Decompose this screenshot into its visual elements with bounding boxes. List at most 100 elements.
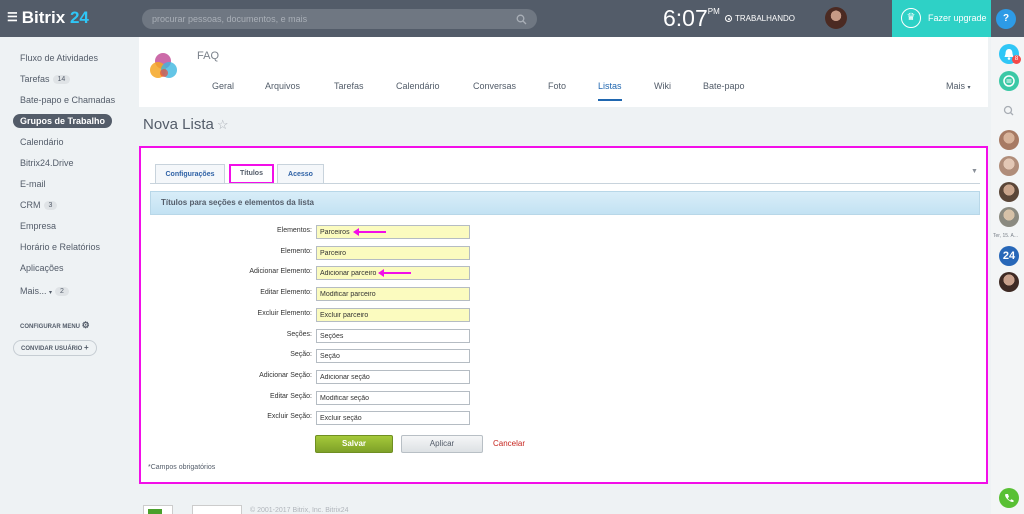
sidebar-item-activity-stream[interactable]: Fluxo de Atividades (20, 53, 98, 63)
tab-divider (150, 183, 980, 184)
tab-tarefas[interactable]: Tarefas (334, 81, 364, 91)
count-badge: 3 (43, 201, 58, 210)
sidebar-item-label: Tarefas (20, 74, 50, 84)
tab-acesso[interactable]: Acesso (277, 164, 324, 184)
search-icon[interactable] (516, 12, 527, 30)
element-field[interactable] (316, 246, 470, 260)
tab-bate-papo[interactable]: Bate-papo (703, 81, 745, 91)
avatar[interactable] (999, 272, 1019, 292)
avatar[interactable] (999, 156, 1019, 176)
sidebar-item-chat[interactable]: Bate-papo e Chamadas (20, 95, 115, 105)
tab-wiki[interactable]: Wiki (654, 81, 671, 91)
sidebar-item-company[interactable]: Empresa (20, 221, 56, 231)
help-button[interactable]: ? (996, 9, 1016, 29)
form-row: Adicionar Seção: (150, 370, 480, 384)
search-input[interactable] (142, 9, 502, 29)
invite-user-label: CONVIDAR USUÁRIO (21, 346, 83, 352)
notification-badge: 8 (1012, 55, 1021, 64)
notifications-icon[interactable]: 8 (999, 44, 1021, 64)
tab-calendario[interactable]: Calendário (396, 81, 440, 91)
page-title-text: Nova Lista (143, 116, 214, 133)
sidebar-item-drive[interactable]: Bitrix24.Drive (20, 158, 74, 168)
configure-menu-label: CONFIGURAR MENU (20, 324, 80, 330)
form-row: Excluir Elemento: (150, 308, 480, 322)
field-label: Elemento: (280, 248, 312, 255)
section-field[interactable] (316, 349, 470, 363)
work-status[interactable]: TRABALHANDO (725, 14, 795, 23)
avatar[interactable] (999, 130, 1019, 150)
last-seen-date: Ter, 15. A... (993, 233, 1019, 239)
invite-user-button[interactable]: CONVIDAR USUÁRIO + (13, 340, 97, 356)
tab-titulos[interactable]: Títulos (229, 164, 274, 184)
upgrade-button[interactable]: ♛ Fazer upgrade (892, 0, 991, 37)
plus-icon: + (84, 343, 89, 352)
annotation-arrow-icon (378, 269, 411, 277)
sidebar-item-more[interactable]: Mais... ▾ 2 (20, 286, 69, 296)
right-sidebar: 8 Ter, 15. A... 24 (991, 37, 1024, 514)
search-box[interactable] (142, 9, 537, 29)
search-icon[interactable] (999, 101, 1019, 121)
field-label: Seções: (286, 331, 312, 338)
tab-arquivos[interactable]: Arquivos (265, 81, 300, 91)
clock-suffix: PM (707, 7, 720, 16)
tab-more[interactable]: Mais ▾ (946, 81, 971, 91)
phone-icon[interactable] (999, 488, 1019, 508)
field-label: Elementos: (276, 227, 312, 234)
sidebar-item-label: Empresa (20, 221, 57, 231)
form-row: Adicionar Elemento: (150, 266, 480, 280)
tab-geral[interactable]: Geral (212, 81, 234, 91)
delete-section-field[interactable] (316, 411, 470, 425)
sections-field[interactable] (316, 329, 470, 343)
configure-menu-button[interactable]: CONFIGURAR MENU ⚙ (20, 320, 90, 331)
left-sidebar: Fluxo de Atividades Tarefas 14 Bate-papo … (0, 37, 139, 514)
sidebar-item-label: Grupos de Trabalho (20, 116, 106, 126)
chevron-down-icon: ▾ (49, 290, 53, 296)
sidebar-item-tasks[interactable]: Tarefas 14 (20, 74, 71, 84)
sidebar-item-label: Horário e Relatórios (20, 242, 101, 252)
tab-conversas[interactable]: Conversas (473, 81, 516, 91)
user-avatar[interactable] (825, 7, 847, 29)
chevron-down-icon[interactable]: ▼ (971, 168, 978, 175)
save-button[interactable]: Salvar (315, 435, 393, 453)
group-header: FAQ Geral Arquivos Tarefas Calendário Co… (139, 37, 988, 107)
sidebar-item-time-reports[interactable]: Horário e Relatórios (20, 242, 100, 252)
tab-listas[interactable]: Listas (598, 81, 622, 101)
form-row: Editar Elemento: (150, 287, 480, 301)
sidebar-item-label: E-mail (20, 179, 46, 189)
logo-number: 24 (69, 8, 89, 27)
avatar[interactable] (999, 207, 1019, 227)
apply-button[interactable]: Aplicar (401, 435, 483, 453)
delete-element-field[interactable] (316, 308, 470, 322)
group-name[interactable]: FAQ (197, 50, 219, 62)
sidebar-item-workgroups[interactable]: Grupos de Trabalho (13, 114, 113, 128)
status-icon (725, 15, 732, 22)
bitrix24-icon[interactable]: 24 (999, 246, 1019, 266)
sidebar-item-email[interactable]: E-mail (20, 179, 46, 189)
sidebar-item-crm[interactable]: CRM 3 (20, 200, 58, 210)
footer-button[interactable] (192, 505, 242, 514)
section-header: Títulos para seções e elementos da lista (150, 191, 980, 215)
logo[interactable]: ☰ Bitrix 24 (7, 8, 89, 28)
sidebar-item-label: Bitrix24.Drive (20, 158, 74, 168)
edit-element-field[interactable] (316, 287, 470, 301)
cancel-link[interactable]: Cancelar (493, 439, 525, 448)
add-section-field[interactable] (316, 370, 470, 384)
sidebar-item-applications[interactable]: Aplicações (20, 263, 64, 273)
field-label: Excluir Elemento: (257, 310, 312, 317)
status-label: TRABALHANDO (735, 14, 796, 23)
avatar[interactable] (999, 182, 1019, 202)
group-logo-icon (149, 49, 185, 81)
tab-foto[interactable]: Foto (548, 81, 566, 91)
clock[interactable]: 6:07PM (663, 5, 720, 32)
chat-icon[interactable] (999, 71, 1019, 91)
menu-icon[interactable]: ☰ (7, 10, 18, 24)
more-label: Mais (946, 81, 966, 91)
tab-configuracoes[interactable]: Configurações (155, 164, 225, 184)
elements-field[interactable] (316, 225, 470, 239)
chevron-down-icon: ▾ (967, 85, 971, 91)
star-icon[interactable]: ☆ (217, 117, 229, 132)
sidebar-item-label: CRM (20, 200, 41, 210)
flag-icon (148, 509, 162, 514)
edit-section-field[interactable] (316, 391, 470, 405)
sidebar-item-calendar[interactable]: Calendário (20, 137, 64, 147)
